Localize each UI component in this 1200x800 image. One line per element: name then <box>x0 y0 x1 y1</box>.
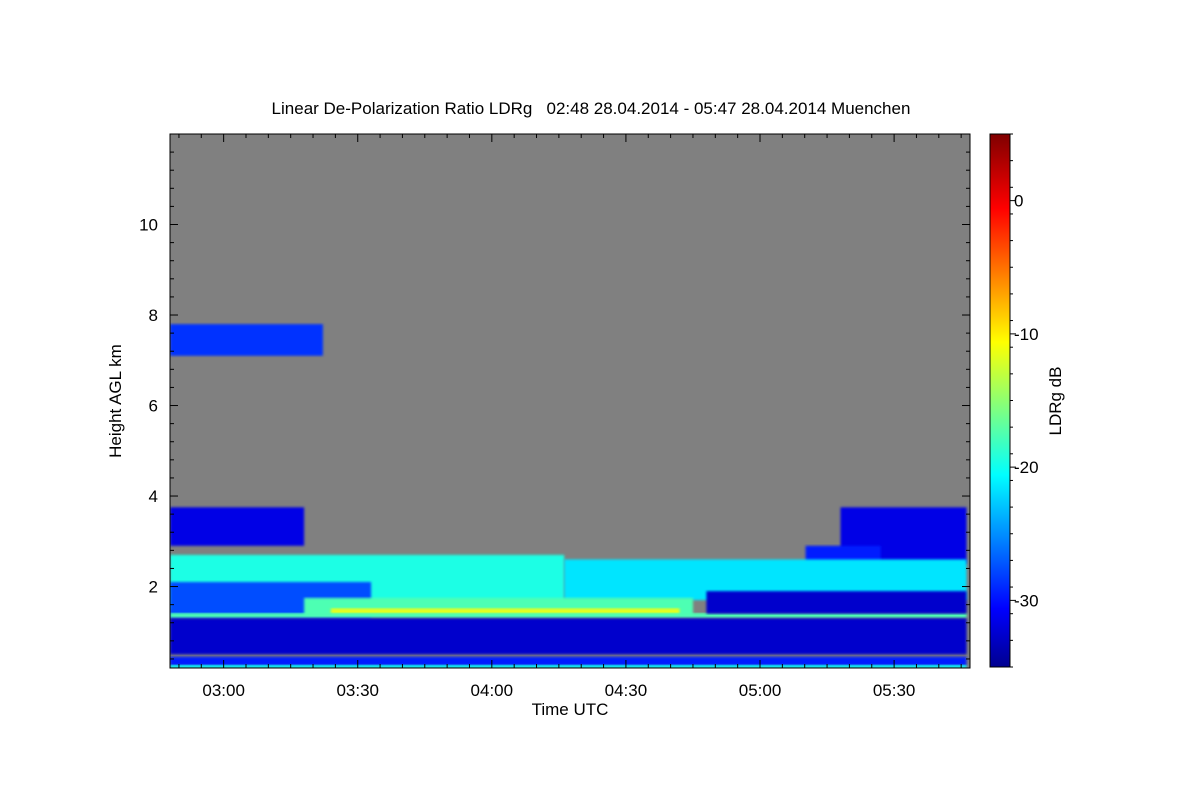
x-axis-label: Time UTC <box>532 700 609 719</box>
y-tick-label: 2 <box>149 578 158 597</box>
colorbar-tick-label: -20 <box>1014 458 1039 477</box>
ldr-region <box>170 507 305 546</box>
colorbar <box>989 133 1011 668</box>
ldr-region <box>170 656 967 666</box>
ldr-chart: Linear De-Polarization Ratio LDRg 02:48 … <box>106 99 1065 719</box>
ldr-region <box>170 618 967 655</box>
y-axis-label: Height AGL km <box>106 344 125 458</box>
x-tick-label: 05:30 <box>873 681 916 700</box>
colorbar-ticks: 0 -10 -20 -30 <box>1010 133 1039 668</box>
y-tick-label: 4 <box>149 487 158 506</box>
colorbar-label: LDRg dB <box>1046 367 1065 436</box>
x-tick-label: 05:00 <box>739 681 782 700</box>
y-tick-label: 6 <box>149 397 158 416</box>
x-tick-label: 03:30 <box>336 681 379 700</box>
ldr-region <box>706 591 967 614</box>
chart-title: Linear De-Polarization Ratio LDRg 02:48 … <box>272 99 911 118</box>
ldr-region <box>170 324 323 356</box>
x-tick-label: 04:30 <box>605 681 648 700</box>
colorbar-tick-label: -10 <box>1014 325 1039 344</box>
colorbar-tick-label: 0 <box>1014 192 1023 211</box>
y-tick-label: 10 <box>139 216 158 235</box>
x-tick-label: 03:00 <box>202 681 245 700</box>
colorbar-tick-label: -30 <box>1014 591 1039 610</box>
y-tick-label: 8 <box>149 306 158 325</box>
x-tick-label: 04:00 <box>471 681 514 700</box>
